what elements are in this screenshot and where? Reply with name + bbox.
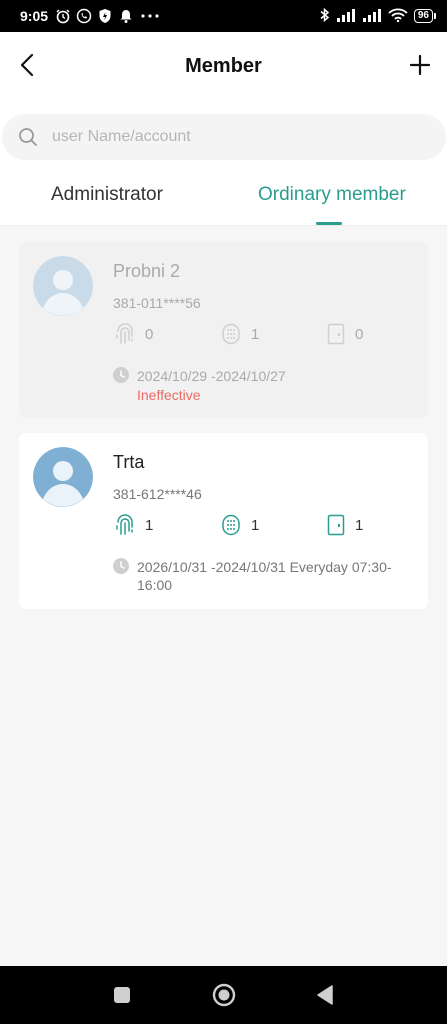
page-title: Member: [185, 55, 262, 77]
system-nav-bar: [0, 966, 447, 1024]
door-count: 0: [355, 325, 364, 343]
member-card[interactable]: Trta 381-612****46 1 1 1 2026/10/31 -202…: [19, 433, 428, 609]
card-stat: 1: [221, 514, 259, 536]
door-icon: [327, 514, 345, 536]
avatar: [33, 256, 93, 316]
card-count: 1: [251, 516, 260, 534]
clock-icon: [113, 367, 129, 383]
door-count: 1: [355, 516, 364, 534]
search-icon: [19, 128, 37, 146]
fingerprint-icon: [116, 514, 133, 535]
add-member-button[interactable]: [407, 52, 433, 78]
home-circle-icon: [212, 983, 236, 1007]
fingerprint-stat: 0: [115, 323, 153, 345]
signal-icon-2: [362, 8, 382, 25]
plus-icon: [410, 55, 430, 75]
door-icon: [327, 323, 345, 345]
search-section: [0, 102, 447, 172]
top-bar: Member: [0, 32, 447, 102]
bluetooth-icon: [320, 7, 330, 26]
home-button[interactable]: [212, 983, 236, 1007]
active-tab-indicator: [316, 222, 342, 225]
back-nav-button[interactable]: [313, 983, 337, 1007]
search-input[interactable]: [52, 128, 382, 146]
fingerprint-count: 1: [145, 516, 154, 534]
viber-icon: [75, 7, 93, 25]
card-icon: [222, 514, 240, 536]
validity-period: 2024/10/29 -2024/10/27: [137, 368, 286, 384]
member-card[interactable]: Probni 2 381-011****56 0 1 0 2024/10/29 …: [19, 242, 428, 418]
door-stat: 1: [327, 514, 363, 536]
shield-icon: [96, 7, 114, 25]
member-type-tabs: Administrator Ordinary member: [0, 172, 447, 226]
member-account: 381-011****56: [113, 295, 201, 311]
status-bar: 9:05 96: [0, 0, 447, 32]
avatar: [33, 447, 93, 507]
recents-button[interactable]: [110, 983, 134, 1007]
member-name: Trta: [113, 452, 145, 472]
status-time: 9:05: [20, 8, 49, 24]
member-name: Probni 2: [113, 261, 181, 281]
square-icon: [114, 987, 130, 1003]
signal-icon-1: [336, 8, 356, 25]
card-icon: [222, 323, 240, 345]
status-badge: Ineffective: [137, 387, 201, 403]
more-dots-icon: [138, 7, 162, 25]
member-account: 381-612****46: [113, 486, 202, 502]
triangle-back-icon: [317, 985, 333, 1005]
door-stat: 0: [327, 323, 363, 345]
tab-ordinary-member[interactable]: Ordinary member: [258, 184, 406, 206]
fingerprint-icon: [116, 323, 133, 344]
tab-administrator[interactable]: Administrator: [51, 184, 163, 206]
validity-period: 2026/10/31 -2024/10/31 Everyday 07:30-16…: [137, 559, 392, 593]
wifi-icon: [388, 8, 408, 25]
card-stat: 1: [221, 323, 259, 345]
card-count: 1: [251, 325, 260, 343]
clock-icon: [113, 558, 129, 574]
search-bar[interactable]: [2, 114, 446, 160]
fingerprint-stat: 1: [115, 514, 153, 536]
notification-bell-icon: [117, 7, 135, 25]
fingerprint-count: 0: [145, 325, 154, 343]
alarm-icon: [54, 7, 72, 25]
battery-indicator: 96: [413, 9, 437, 23]
